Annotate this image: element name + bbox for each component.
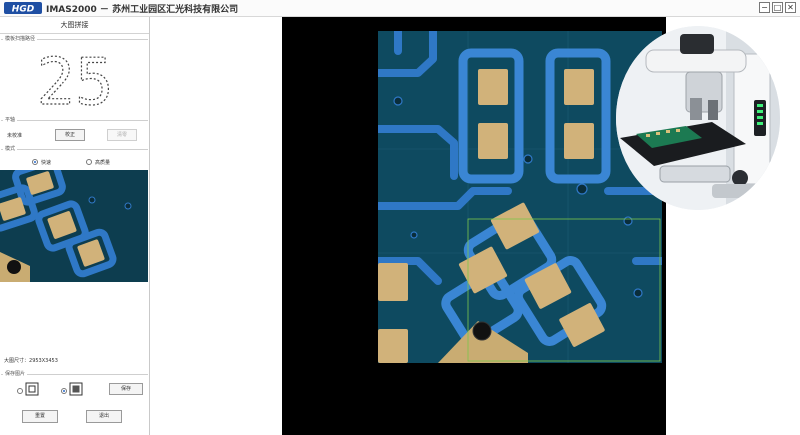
- calibrate-button[interactable]: 校正: [55, 129, 85, 141]
- scan-path-group: 模板扫描路径 25: [1, 35, 148, 117]
- axis-label: 平轴: [3, 116, 18, 123]
- axis-status: 未校准: [7, 133, 23, 139]
- save-label: 保存图片: [3, 370, 28, 377]
- mode-hd-radio[interactable]: [86, 159, 92, 165]
- microscope-photo: [616, 26, 780, 210]
- close-button[interactable]: ✕: [785, 2, 796, 13]
- reset-axis-button[interactable]: 清零: [107, 129, 137, 141]
- save-option-2-icon: [69, 382, 83, 396]
- pcb-image: [378, 31, 662, 363]
- save-option-1-radio[interactable]: [17, 388, 23, 394]
- microscope-illustration: [616, 26, 780, 210]
- panel-title: 大图拼接: [0, 17, 149, 34]
- save-option-2-radio[interactable]: [61, 388, 67, 394]
- save-option-1-icon: [25, 382, 39, 396]
- image-size: 大图尺寸：2953X3453: [4, 357, 58, 364]
- mode-fast-radio[interactable]: [32, 159, 38, 165]
- stitched-image[interactable]: [378, 31, 662, 363]
- preview-pcb-image: [0, 170, 148, 282]
- save-group: 保存图片 保存: [1, 370, 148, 404]
- scan-path-label: 模板扫描路径: [3, 35, 38, 42]
- window-title: IMAS2000 － 苏州工业园区汇光科技有限公司: [46, 5, 239, 15]
- axis-group: 平轴 未校准 校正 清零: [1, 116, 148, 146]
- mode-fast-label: 快速: [41, 160, 52, 166]
- reset-button[interactable]: 重置: [22, 410, 58, 423]
- maximize-button[interactable]: □: [772, 2, 783, 13]
- scan-path-diagram: 25: [36, 48, 114, 110]
- logo-text: HGD: [12, 5, 35, 15]
- save-button[interactable]: 保存: [109, 383, 143, 395]
- title-bar: HGD IMAS2000 － 苏州工业园区汇光科技有限公司 − □ ✕: [0, 0, 800, 17]
- mode-group: 模式 快速 高质量: [1, 145, 148, 169]
- image-size-label: 大图尺寸：: [4, 358, 30, 364]
- preview-thumbnail: [0, 170, 148, 282]
- hgd-logo: HGD: [4, 2, 42, 14]
- exit-button[interactable]: 退出: [86, 410, 122, 423]
- scan-path-digits: 25: [36, 48, 113, 110]
- image-size-value: 2953X3453: [29, 358, 58, 364]
- mode-hd-label: 高质量: [95, 160, 111, 166]
- mode-label: 模式: [3, 145, 18, 152]
- minimize-button[interactable]: −: [759, 2, 770, 13]
- control-panel: 大图拼接 模板扫描路径 25 平轴 未校准 校正 清零 模式 快速 高质量 大图…: [0, 17, 150, 435]
